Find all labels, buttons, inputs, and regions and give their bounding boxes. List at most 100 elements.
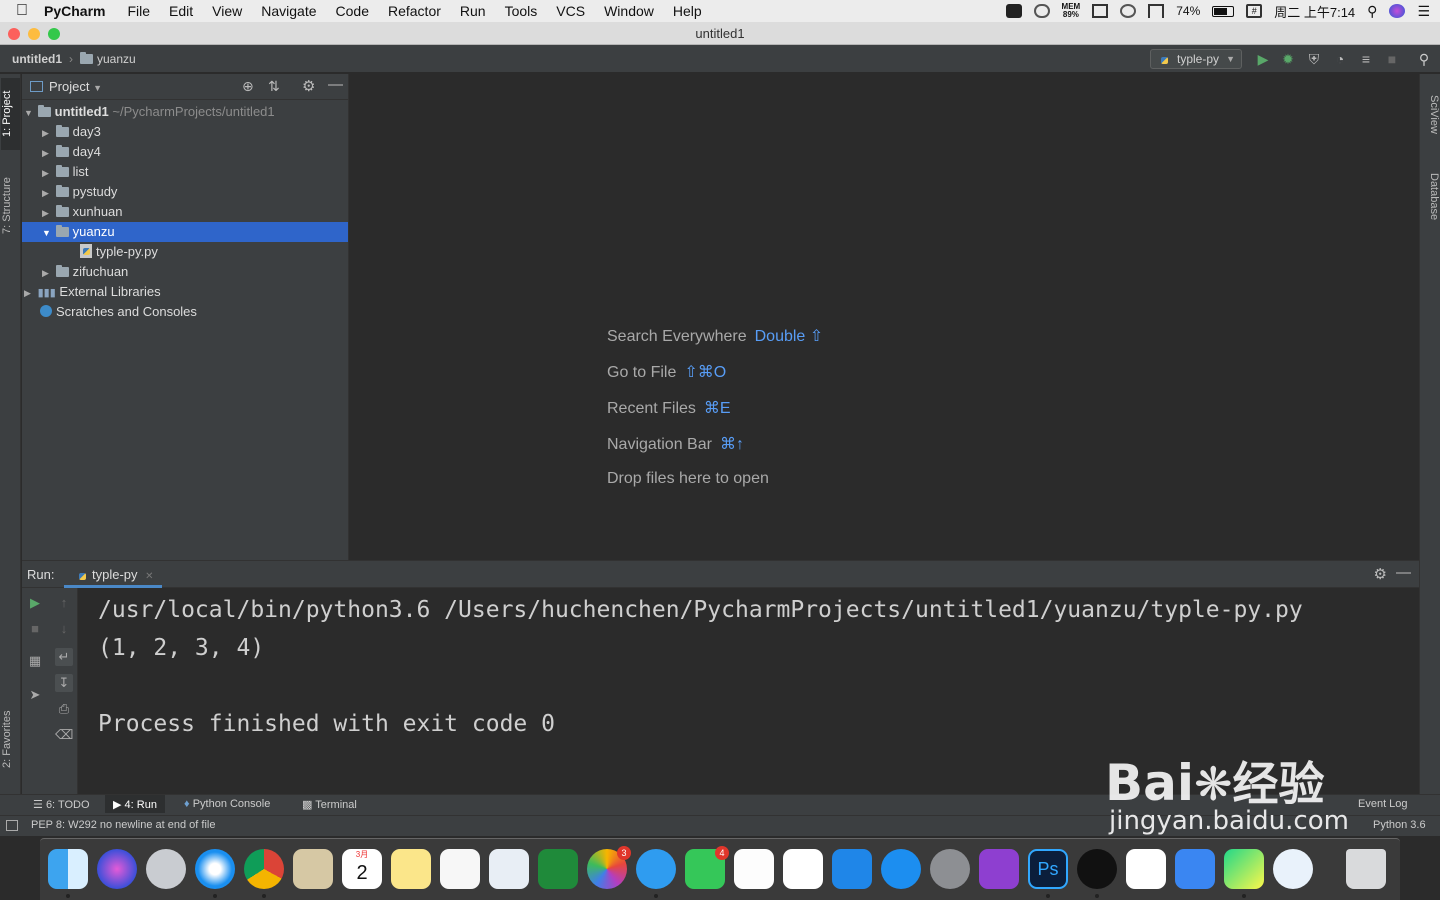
- wechat-tray-icon[interactable]: [1120, 4, 1137, 18]
- search-everywhere-icon[interactable]: ⚲: [1416, 51, 1432, 67]
- collapsed-arrow-icon[interactable]: ▶: [42, 263, 52, 283]
- tree-item-yuanzu[interactable]: ▼ yuanzu: [22, 222, 348, 242]
- menu-file[interactable]: File: [127, 3, 150, 19]
- spotlight-search-icon[interactable]: ⚲: [1367, 3, 1377, 20]
- python-interpreter[interactable]: Python 3.6: [1373, 819, 1426, 831]
- system-preferences-icon[interactable]: [930, 849, 970, 889]
- debug-bug-icon[interactable]: ✹: [1280, 51, 1296, 67]
- tab-sciview[interactable]: SciView: [1421, 84, 1440, 144]
- tab-project[interactable]: 1: Project: [1, 78, 20, 150]
- gear-icon[interactable]: ⚙: [1374, 565, 1387, 583]
- tab-favorites[interactable]: 2: Favorites: [1, 694, 20, 784]
- tree-item-untitled1[interactable]: ▼ untitled1 ~/PycharmProjects/untitled1: [22, 102, 348, 122]
- profile-icon[interactable]: ◔: [1332, 51, 1348, 67]
- scroll-down-icon[interactable]: ↓: [55, 620, 73, 638]
- collapsed-arrow-icon[interactable]: ▶: [24, 283, 34, 303]
- collapsed-arrow-icon[interactable]: ▶: [42, 123, 52, 143]
- tab-event-log[interactable]: Event Log: [1358, 798, 1408, 810]
- run-tab[interactable]: typle-py ✕: [64, 561, 162, 588]
- messages-icon[interactable]: [636, 849, 676, 889]
- camtasia-icon[interactable]: [538, 849, 578, 889]
- breadcrumb-project[interactable]: untitled1: [12, 52, 62, 66]
- menu-vcs[interactable]: VCS: [556, 3, 585, 19]
- hide-panel-icon[interactable]: —: [328, 76, 343, 93]
- soft-wrap-icon[interactable]: ↵: [55, 648, 73, 666]
- battery-icon[interactable]: [1212, 5, 1235, 17]
- menu-navigate[interactable]: Navigate: [261, 3, 316, 19]
- reminders-icon[interactable]: [440, 849, 480, 889]
- expanded-arrow-icon[interactable]: ▼: [24, 103, 34, 123]
- hide-panel-icon[interactable]: —: [1396, 564, 1411, 581]
- tree-item-external-libraries[interactable]: ▶ ▮▮▮ External Libraries: [22, 282, 348, 302]
- trash-icon[interactable]: [1346, 849, 1386, 889]
- siri-app-icon[interactable]: [97, 849, 137, 889]
- tab-terminal[interactable]: ▩ Terminal: [302, 798, 357, 811]
- tree-item-pystudy[interactable]: ▶ pystudy: [22, 182, 348, 202]
- breadcrumb-folder[interactable]: yuanzu: [80, 52, 136, 66]
- menu-run[interactable]: Run: [460, 3, 486, 19]
- toggle-tool-windows-icon[interactable]: [6, 820, 18, 831]
- collapsed-arrow-icon[interactable]: ▶: [42, 143, 52, 163]
- notes-icon[interactable]: [391, 849, 431, 889]
- pages-icon[interactable]: [734, 849, 774, 889]
- run-configuration-select[interactable]: typle-py ▼: [1150, 49, 1242, 69]
- clock[interactable]: 周二 上午7:14: [1274, 2, 1355, 21]
- pycharm-icon[interactable]: [1224, 849, 1264, 889]
- menu-window[interactable]: Window: [604, 3, 654, 19]
- mail-stamp-icon[interactable]: [293, 849, 333, 889]
- tab-database[interactable]: Database: [1421, 162, 1440, 232]
- gear-icon[interactable]: ⚙: [302, 77, 315, 95]
- locate-file-icon[interactable]: ⊕: [242, 78, 254, 95]
- tree-item-zifuchuan[interactable]: ▶ zifuchuan: [22, 262, 348, 282]
- status-message[interactable]: PEP 8: W292 no newline at end of file: [31, 819, 215, 831]
- app-store-icon[interactable]: [881, 849, 921, 889]
- screenshot-tool-icon[interactable]: [1005, 4, 1022, 18]
- apple-menu-icon[interactable]: : [0, 2, 44, 20]
- notification-center-icon[interactable]: ☰: [1417, 3, 1430, 20]
- editor-empty-area[interactable]: Search Everywhere Double ⇧ Go to File ⇧⌘O …: [348, 74, 1419, 560]
- finder-icon[interactable]: [48, 849, 88, 889]
- siri-icon[interactable]: [1389, 4, 1406, 18]
- collapse-all-icon[interactable]: ⇅: [268, 78, 280, 95]
- safari-icon[interactable]: [195, 849, 235, 889]
- console-output[interactable]: /usr/local/bin/python3.6 /Users/huchench…: [98, 591, 1303, 743]
- tab-run[interactable]: ▶ 4: Run: [105, 795, 165, 813]
- pin-tab-icon[interactable]: ➤: [26, 686, 44, 704]
- menu-code[interactable]: Code: [336, 3, 369, 19]
- coverage-icon[interactable]: ⛨: [1306, 51, 1322, 67]
- run-button-icon[interactable]: ▶: [1255, 51, 1271, 67]
- preview-icon[interactable]: [489, 849, 529, 889]
- menu-refactor[interactable]: Refactor: [388, 3, 441, 19]
- airplay-icon[interactable]: [1148, 4, 1165, 18]
- close-tab-icon[interactable]: ✕: [145, 571, 153, 582]
- print-icon[interactable]: ⎙: [55, 700, 73, 718]
- baidu-netdisk-icon[interactable]: [1126, 849, 1166, 889]
- collapsed-arrow-icon[interactable]: ▶: [42, 183, 52, 203]
- concurrency-icon[interactable]: ≡: [1358, 51, 1374, 67]
- tab-structure[interactable]: 7: Structure: [1, 166, 20, 246]
- tab-python-console[interactable]: ♦ Python Console: [184, 798, 270, 810]
- omnifocus-icon[interactable]: [979, 849, 1019, 889]
- editor-app-icon[interactable]: [1273, 849, 1313, 889]
- menu-help[interactable]: Help: [673, 3, 702, 19]
- stop-icon[interactable]: ■: [1384, 51, 1400, 67]
- photoshop-icon[interactable]: Ps: [1028, 849, 1068, 889]
- memory-meter[interactable]: MEM 89%: [1062, 3, 1081, 19]
- calendar-icon[interactable]: 3月 2: [342, 849, 382, 889]
- keynote-icon[interactable]: [832, 849, 872, 889]
- tree-item-list[interactable]: ▶ list: [22, 162, 348, 182]
- menu-app-name[interactable]: PyCharm: [44, 3, 105, 19]
- restore-layout-icon[interactable]: ▦: [26, 652, 44, 670]
- stop-icon[interactable]: ■: [26, 620, 44, 638]
- menu-view[interactable]: View: [212, 3, 242, 19]
- chrome-icon[interactable]: [244, 849, 284, 889]
- clear-all-icon[interactable]: ⌫: [55, 726, 73, 744]
- project-view-select[interactable]: Project ▼: [49, 79, 102, 94]
- menu-tools[interactable]: Tools: [505, 3, 538, 19]
- expanded-arrow-icon[interactable]: ▼: [42, 223, 52, 243]
- qq-icon[interactable]: [1077, 849, 1117, 889]
- launchpad-icon[interactable]: [146, 849, 186, 889]
- tree-item-day4[interactable]: ▶ day4: [22, 142, 348, 162]
- photos-icon[interactable]: 3: [587, 846, 631, 889]
- collapsed-arrow-icon[interactable]: ▶: [42, 163, 52, 183]
